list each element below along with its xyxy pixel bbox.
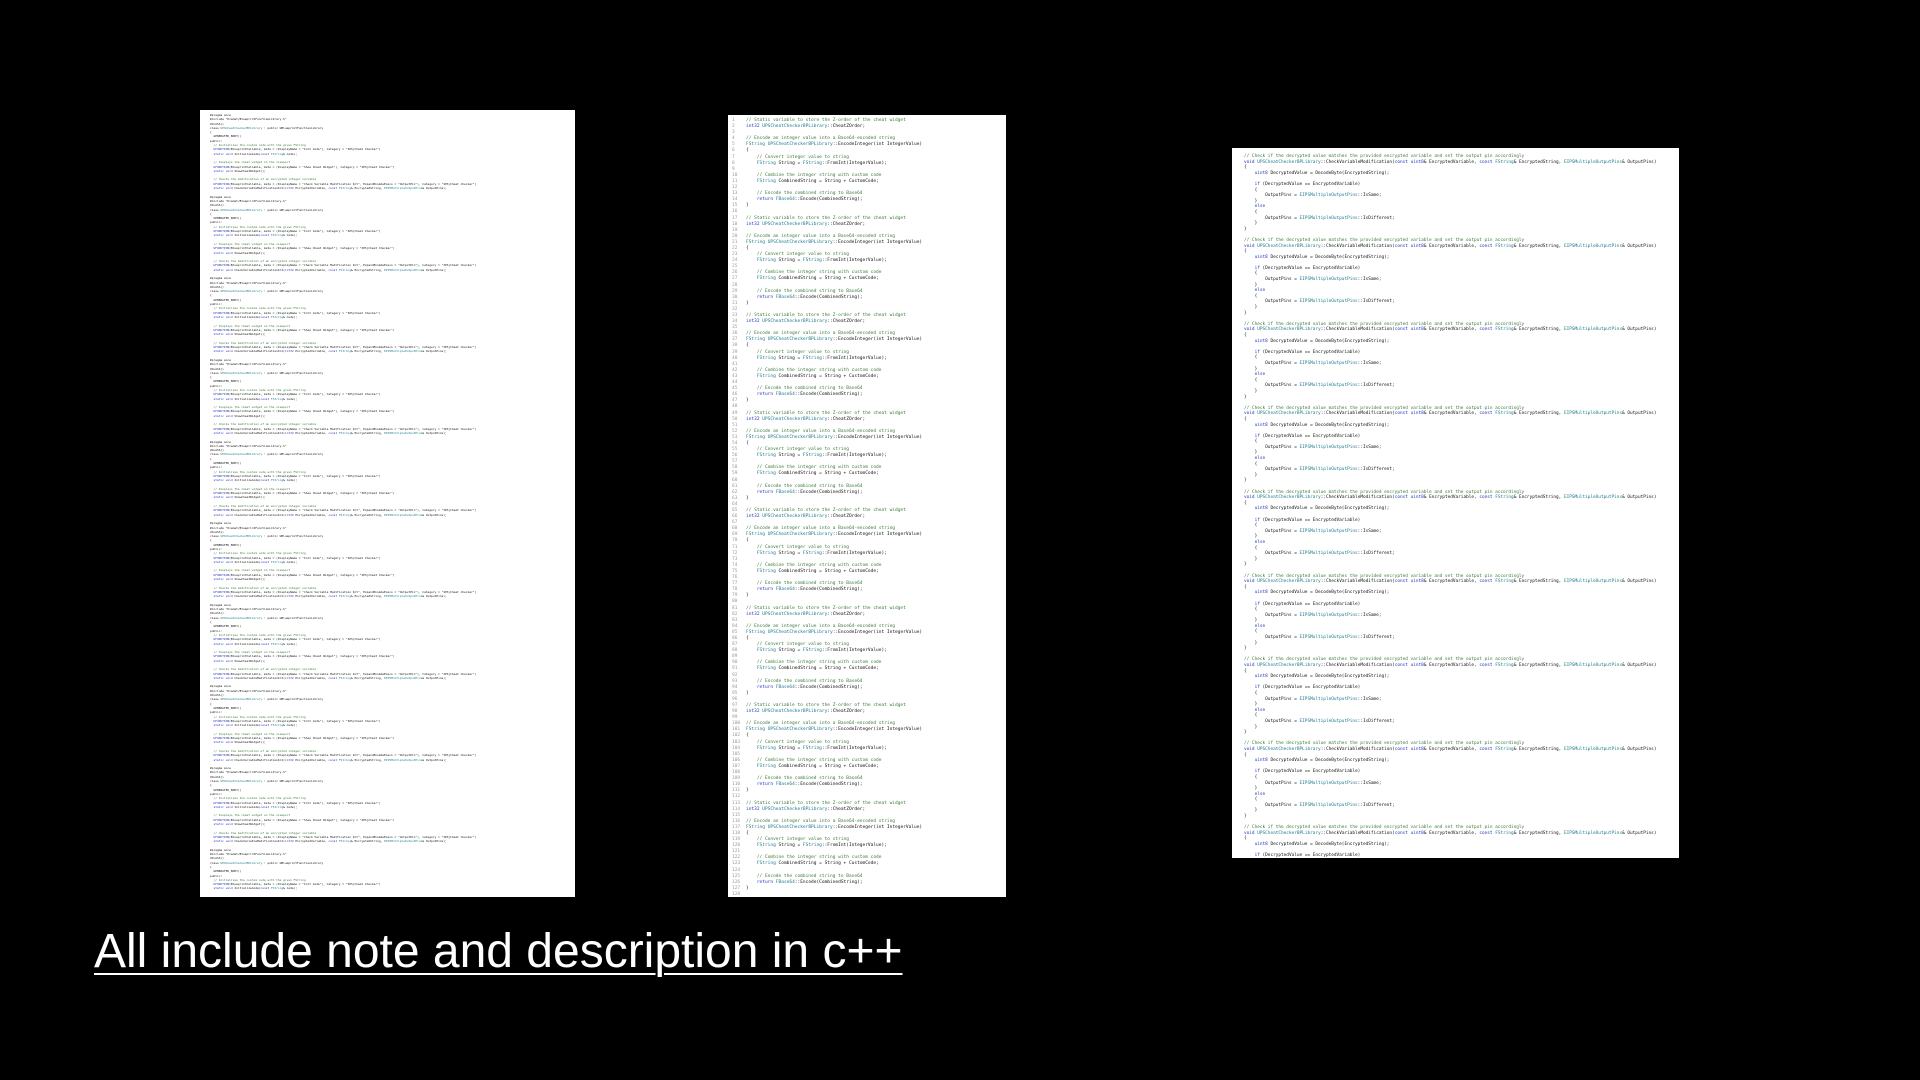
code-text: 1// Static variable to store the Z-order… — [732, 118, 923, 897]
code-text: #pragma once #include "Kismet/BlueprintF… — [210, 113, 477, 891]
code-text: // Check if the decrypted value matches … — [1244, 154, 1657, 858]
slide-caption: All include note and description in c++ — [94, 925, 903, 978]
code-screenshot-encode: 1// Static variable to store the Z-order… — [728, 115, 1006, 897]
code-screenshot-header: #pragma once #include "Kismet/BlueprintF… — [200, 110, 575, 897]
code-screenshot-check: // Check if the decrypted value matches … — [1232, 148, 1679, 858]
